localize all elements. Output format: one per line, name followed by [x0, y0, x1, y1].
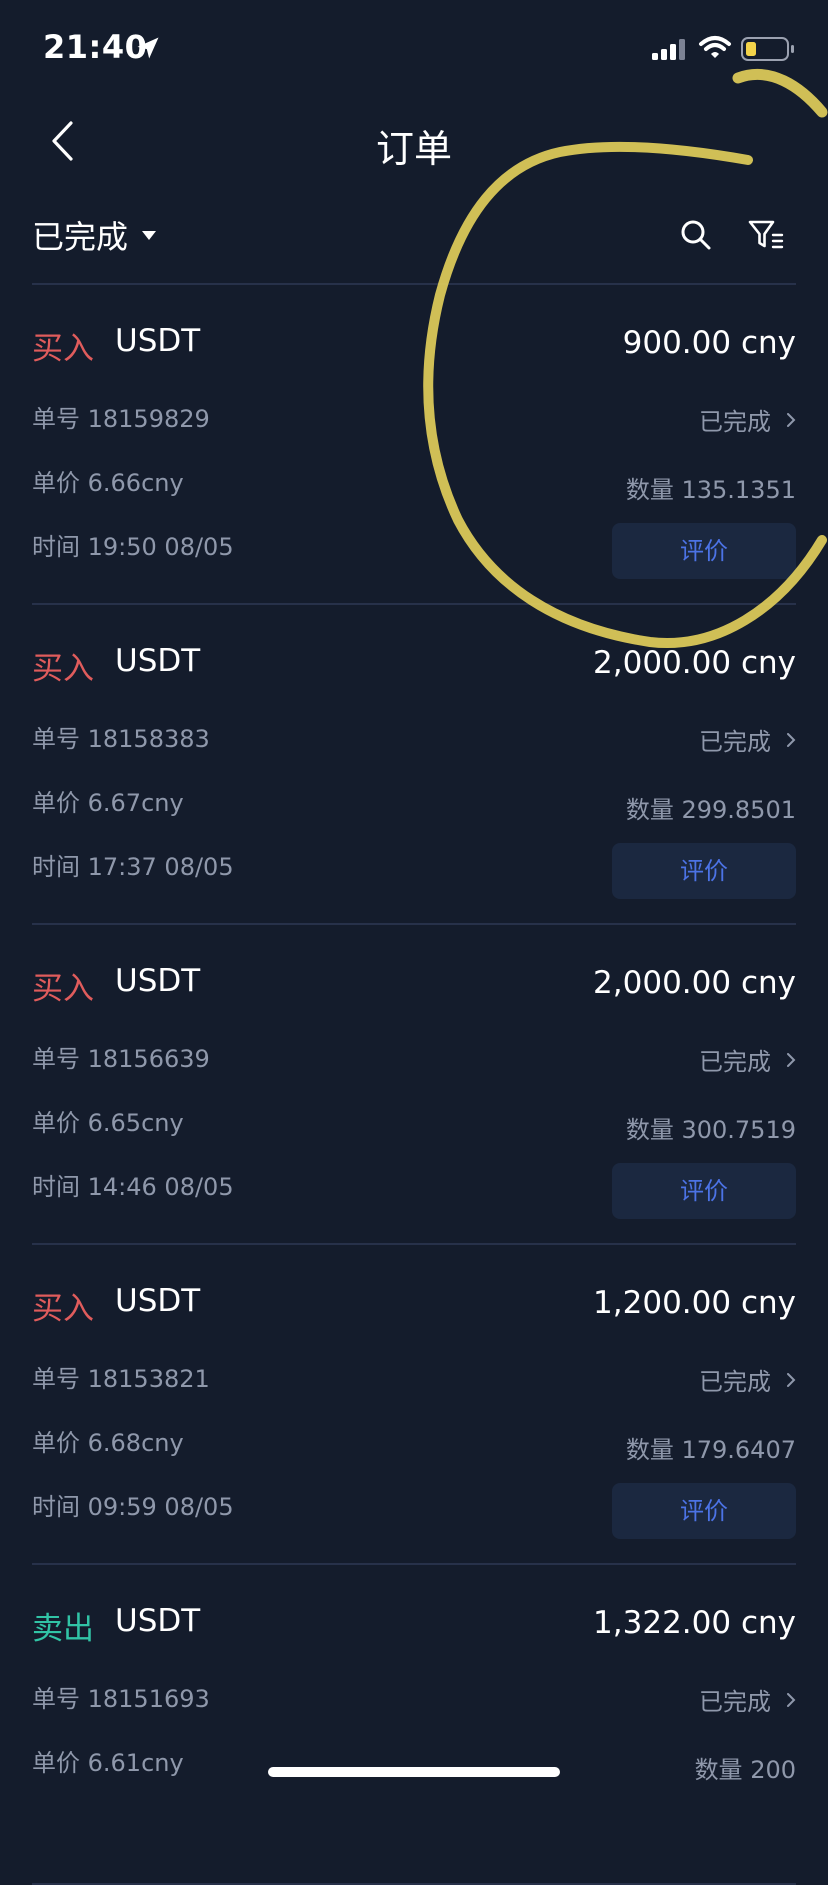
order-card[interactable]: 买入 USDT 2,000.00 cny 单号 18156639 单价 6.65… — [32, 925, 796, 1245]
order-number: 单号 18156639 — [32, 1045, 210, 1073]
order-amount: 900.00 cny — [622, 325, 796, 361]
order-card[interactable]: 买入 USDT 1,200.00 cny 单号 18153821 单价 6.68… — [32, 1245, 796, 1565]
order-card[interactable]: 卖出 USDT 1,322.00 cny 单号 18151693 单价 6.61… — [32, 1565, 796, 1885]
home-indicator[interactable] — [268, 1767, 560, 1777]
order-quantity: 数量 300.7519 — [625, 1116, 796, 1144]
order-asset: USDT — [115, 643, 201, 679]
order-time: 时间 17:37 08/05 — [32, 853, 234, 881]
order-side: 买入 — [32, 971, 94, 1007]
status-bar: 21:40 — [0, 0, 828, 100]
review-button[interactable]: 评价 — [612, 1163, 796, 1219]
order-unit-price: 单价 6.65cny — [32, 1109, 184, 1137]
caret-down-icon — [142, 230, 157, 240]
order-status-link[interactable]: 已完成 — [699, 1042, 796, 1077]
order-quantity: 数量 200 — [694, 1756, 796, 1784]
order-quantity: 数量 179.6407 — [625, 1436, 796, 1464]
order-side: 买入 — [32, 651, 94, 687]
order-status-link[interactable]: 已完成 — [699, 1362, 796, 1397]
order-status: 已完成 — [699, 1368, 771, 1396]
order-quantity: 数量 135.1351 — [625, 476, 796, 504]
order-side: 买入 — [32, 1291, 94, 1327]
order-time: 时间 19:50 08/05 — [32, 533, 234, 561]
order-number: 单号 18153821 — [32, 1365, 210, 1393]
search-icon[interactable] — [676, 215, 716, 255]
review-button[interactable]: 评价 — [612, 523, 796, 579]
order-asset: USDT — [115, 963, 201, 999]
location-arrow-icon — [137, 37, 159, 59]
chevron-right-icon — [787, 1692, 796, 1707]
status-time: 21:40 — [43, 28, 148, 66]
order-status-link[interactable]: 已完成 — [699, 402, 796, 437]
order-time: 时间 14:46 08/05 — [32, 1173, 234, 1201]
order-quantity: 数量 299.8501 — [625, 796, 796, 824]
chevron-right-icon — [787, 1372, 796, 1387]
order-asset: USDT — [115, 1603, 201, 1639]
order-number: 单号 18151693 — [32, 1685, 210, 1713]
chevron-right-icon — [787, 412, 796, 427]
wifi-icon — [699, 36, 731, 58]
filter-icon[interactable] — [746, 215, 786, 255]
battery-low-icon — [741, 37, 794, 61]
cellular-signal-icon — [652, 39, 685, 60]
page-title: 订单 — [375, 127, 452, 171]
review-button[interactable]: 评价 — [612, 843, 796, 899]
order-unit-price: 单价 6.61cny — [32, 1749, 184, 1777]
order-status-link[interactable]: 已完成 — [699, 1682, 796, 1717]
order-amount: 1,322.00 cny — [593, 1605, 796, 1641]
order-amount: 1,200.00 cny — [593, 1285, 796, 1321]
chevron-right-icon — [787, 732, 796, 747]
order-card[interactable]: 买入 USDT 2,000.00 cny 单号 18158383 单价 6.67… — [32, 605, 796, 925]
status-filter-dropdown[interactable]: 已完成 — [32, 212, 157, 258]
order-asset: USDT — [115, 323, 201, 359]
order-status-link[interactable]: 已完成 — [699, 722, 796, 757]
order-status: 已完成 — [699, 1048, 771, 1076]
order-amount: 2,000.00 cny — [593, 965, 796, 1001]
order-unit-price: 单价 6.66cny — [32, 469, 184, 497]
order-unit-price: 单价 6.68cny — [32, 1429, 184, 1457]
order-number: 单号 18158383 — [32, 725, 210, 753]
order-number: 单号 18159829 — [32, 405, 210, 433]
navigation-bar: 订单 — [0, 100, 828, 182]
order-list: 买入 USDT 900.00 cny 单号 18159829 单价 6.66cn… — [32, 285, 796, 1885]
chevron-right-icon — [787, 1052, 796, 1067]
order-status: 已完成 — [699, 1688, 771, 1716]
order-unit-price: 单价 6.67cny — [32, 789, 184, 817]
order-time: 时间 09:59 08/05 — [32, 1493, 234, 1521]
filter-row: 已完成 — [32, 208, 796, 266]
order-side: 卖出 — [32, 1611, 94, 1647]
order-asset: USDT — [115, 1283, 201, 1319]
order-side: 买入 — [32, 331, 94, 367]
status-filter-label: 已完成 — [32, 218, 129, 256]
order-status: 已完成 — [699, 728, 771, 756]
order-card[interactable]: 买入 USDT 900.00 cny 单号 18159829 单价 6.66cn… — [32, 285, 796, 605]
order-amount: 2,000.00 cny — [593, 645, 796, 681]
order-status: 已完成 — [699, 408, 771, 436]
review-button[interactable]: 评价 — [612, 1483, 796, 1539]
